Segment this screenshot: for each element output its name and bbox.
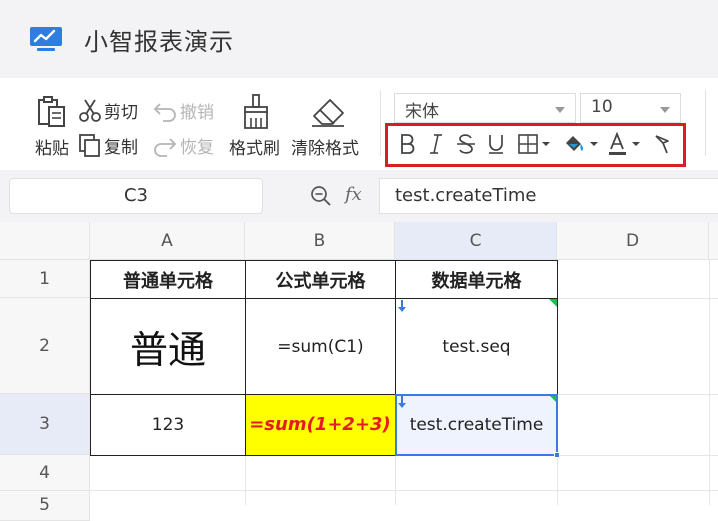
column-header-a[interactable]: A	[90, 222, 245, 260]
border-button[interactable]	[516, 130, 554, 158]
cut-button[interactable]: 剪切	[79, 98, 138, 123]
clear-format-label: 清除格式	[291, 139, 359, 159]
paste-button[interactable]: 粘贴	[30, 90, 76, 159]
cell-b3[interactable]: =sum(1+2+3)	[245, 394, 395, 455]
format-painter-label: 格式刷	[229, 139, 280, 159]
column-header-c[interactable]: C	[395, 222, 557, 260]
copy-icon	[79, 133, 100, 157]
undo-icon	[153, 102, 176, 122]
zoom-out-icon[interactable]	[310, 185, 332, 207]
toolbar-divider	[705, 90, 706, 156]
paint-bucket-icon	[566, 136, 598, 151]
cell-reference-box[interactable]: C3	[9, 178, 263, 214]
chevron-down-icon	[555, 107, 565, 113]
row-header-4[interactable]: 4	[0, 455, 90, 491]
paint-brush-icon	[244, 94, 268, 129]
cell-a2[interactable]: 普通	[91, 299, 245, 394]
cell-a3[interactable]: 123	[91, 395, 245, 455]
cell-a1[interactable]: 普通单元格	[91, 261, 245, 298]
toolbar-divider	[380, 90, 381, 156]
gridline	[557, 455, 718, 456]
cursor-arrow-icon	[655, 135, 669, 154]
cell-b1[interactable]: 公式单元格	[246, 261, 395, 298]
gridline	[395, 455, 396, 505]
cell-c1[interactable]: 数据单元格	[396, 261, 557, 298]
row-header-5[interactable]: 5	[0, 491, 90, 521]
gridline	[557, 394, 718, 395]
gridline	[557, 298, 718, 299]
select-all-corner[interactable]	[0, 222, 90, 260]
presentation-chart-icon	[30, 27, 62, 51]
italic-icon	[430, 134, 442, 154]
underline-button[interactable]	[485, 130, 507, 158]
redo-label: 恢复	[180, 138, 214, 158]
font-family-select[interactable]: 宋体	[394, 93, 576, 123]
border-grid-icon	[518, 134, 550, 154]
font-color-icon	[609, 132, 640, 155]
eraser-icon	[312, 99, 344, 127]
column-header-d[interactable]: D	[557, 222, 709, 260]
gridline	[245, 455, 246, 505]
paste-label: 粘贴	[35, 139, 69, 159]
formula-input[interactable]: test.createTime	[379, 178, 718, 214]
undo-button[interactable]: 撤销	[153, 98, 214, 123]
underline-icon	[489, 135, 503, 154]
font-size-select[interactable]: 10	[580, 93, 681, 123]
title-bar: 小智报表演示	[0, 0, 718, 78]
strikethrough-icon	[457, 134, 475, 154]
corner-marker	[549, 299, 557, 307]
app-title: 小智报表演示	[84, 28, 234, 56]
scissors-icon	[79, 99, 101, 122]
italic-button[interactable]	[425, 130, 447, 158]
fx-label: fx	[345, 184, 362, 205]
font-size-value: 10	[591, 97, 613, 117]
gridline	[90, 490, 718, 491]
cut-label: 剪切	[104, 103, 138, 123]
row-header-2[interactable]: 2	[0, 298, 90, 394]
format-painter-button[interactable]: 格式刷	[227, 90, 285, 159]
font-family-value: 宋体	[405, 102, 439, 122]
column-header-e[interactable]	[709, 222, 718, 260]
clipboard-icon	[38, 96, 65, 127]
chevron-down-icon	[660, 107, 670, 113]
strikethrough-button[interactable]	[454, 130, 478, 158]
column-header-b[interactable]: B	[245, 222, 395, 260]
copy-button[interactable]: 复制	[79, 133, 138, 158]
undo-label: 撤销	[180, 103, 214, 123]
spreadsheet-grid: A B C D 1 2 3 4 5 =sum(1+2+3) 普通单元格 公式单元…	[0, 222, 718, 521]
fill-handle[interactable]	[554, 452, 560, 458]
redo-button[interactable]: 恢复	[153, 133, 214, 158]
clear-format-button[interactable]: 清除格式	[290, 90, 366, 159]
bold-icon	[401, 134, 415, 154]
row-header-1[interactable]: 1	[0, 260, 90, 298]
cell-c2[interactable]: test.seq	[396, 299, 557, 394]
copy-label: 复制	[104, 138, 138, 158]
gridline	[709, 260, 710, 505]
selection-outline	[395, 394, 558, 456]
arrow-down-icon	[398, 300, 406, 312]
font-color-button[interactable]	[607, 130, 645, 158]
redo-icon	[154, 137, 177, 157]
cell-b2[interactable]: =sum(C1)	[246, 299, 395, 394]
bold-button[interactable]	[396, 130, 418, 158]
row-header-3[interactable]: 3	[0, 394, 90, 455]
clear-style-button[interactable]	[651, 130, 673, 158]
formula-bar: C3 fx test.createTime	[0, 170, 718, 222]
fill-color-button[interactable]	[561, 130, 601, 158]
